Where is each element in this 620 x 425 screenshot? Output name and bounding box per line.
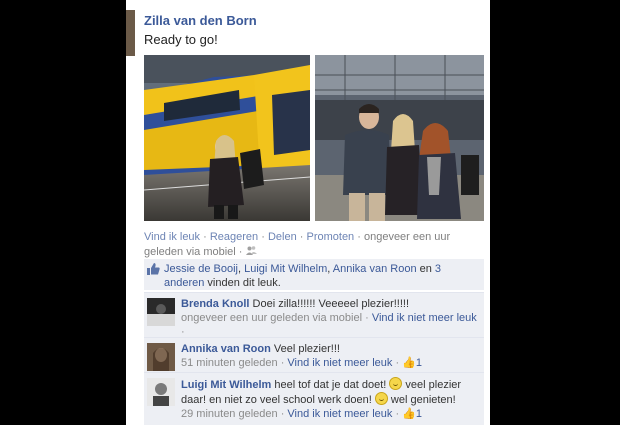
post-photo-train[interactable]	[144, 55, 310, 221]
liker-link[interactable]: Jessie de Booij	[164, 263, 238, 275]
commenter-avatar[interactable]	[147, 378, 175, 406]
comment-text: heel tof dat je dat doet!	[271, 379, 390, 391]
people-icon[interactable]	[245, 246, 257, 258]
comment-text: wel genieten!	[387, 394, 456, 406]
comment-item: Annika van Roon Veel plezier!!! 51 minut…	[144, 337, 484, 372]
liker-link[interactable]: Annika van Roon	[333, 263, 417, 275]
unlike-link[interactable]: Vind ik niet meer leuk	[287, 408, 392, 420]
like-count: 1	[415, 408, 422, 420]
post-status-text: Ready to go!	[144, 32, 218, 47]
comment-timestamp[interactable]: 51 minuten geleden	[181, 357, 278, 369]
unlike-link[interactable]: Vind ik niet meer leuk	[372, 312, 477, 324]
likes-suffix: vinden dit leuk.	[204, 277, 281, 289]
share-link[interactable]: Delen	[268, 231, 297, 243]
likes-summary: Jessie de Booij, Luigi Mit Wilhelm, Anni…	[144, 259, 484, 290]
separator: ·	[258, 231, 268, 243]
train-photo-illustration	[144, 55, 310, 221]
commenter-avatar[interactable]	[147, 298, 175, 326]
group-photo-illustration	[315, 55, 484, 221]
unlike-link[interactable]: Vind ik niet meer leuk	[287, 357, 392, 369]
thumbs-up-icon: 👍	[402, 408, 416, 420]
commenter-name[interactable]: Brenda Knoll	[181, 298, 249, 310]
smiley-icon	[389, 377, 403, 390]
post-photo-group[interactable]	[315, 55, 484, 221]
smiley-icon	[374, 392, 388, 405]
comment-meta: 51 minuten geleden · Vind ik niet meer l…	[181, 357, 422, 369]
comment-like-count[interactable]: 👍1	[402, 357, 422, 369]
comment-text: Veel plezier!!!	[270, 343, 340, 355]
comment-body: Luigi Mit Wilhelm heel tof dat je dat do…	[181, 377, 481, 421]
like-count: 1	[415, 357, 422, 369]
post-actions-bar: Vind ik leuk · Reageren · Delen · Promot…	[144, 230, 484, 260]
separator: ·	[354, 231, 364, 243]
conjunction: en	[416, 263, 435, 275]
author-avatar[interactable]	[126, 10, 135, 56]
comment-text: Doei zilla!!!!!! Veeeeel plezier!!!!!	[249, 298, 410, 310]
comment-timestamp[interactable]: ongeveer een uur geleden via mobiel	[181, 312, 362, 324]
comment-item: Brenda Knoll Doei zilla!!!!!! Veeeeel pl…	[144, 292, 484, 352]
comment-timestamp[interactable]: 29 minuten geleden	[181, 408, 278, 420]
comment-item: Luigi Mit Wilhelm heel tof dat je dat do…	[144, 372, 484, 425]
thumbs-up-icon	[147, 263, 160, 278]
thumbs-up-icon: 👍	[402, 357, 416, 369]
commenter-avatar[interactable]	[147, 343, 175, 371]
comment-meta: 29 minuten geleden · Vind ik niet meer l…	[181, 408, 422, 420]
commenter-name[interactable]: Luigi Mit Wilhelm	[181, 379, 271, 391]
post-author-name[interactable]: Zilla van den Born	[144, 13, 257, 28]
commenter-name[interactable]: Annika van Roon	[181, 343, 271, 355]
likes-text: Jessie de Booij, Luigi Mit Wilhelm, Anni…	[164, 262, 479, 290]
facebook-post: Zilla van den Born Ready to go! Vind ik …	[126, 0, 490, 425]
liker-link[interactable]: Luigi Mit Wilhelm	[244, 263, 327, 275]
comment-like-count[interactable]: 👍1	[402, 408, 422, 420]
separator: ·	[235, 246, 246, 258]
reply-link[interactable]: Reageren	[210, 231, 258, 243]
like-link[interactable]: Vind ik leuk	[144, 231, 200, 243]
separator: ·	[200, 231, 210, 243]
comment-body: Annika van Roon Veel plezier!!! 51 minut…	[181, 342, 481, 370]
promote-link[interactable]: Promoten	[306, 231, 354, 243]
